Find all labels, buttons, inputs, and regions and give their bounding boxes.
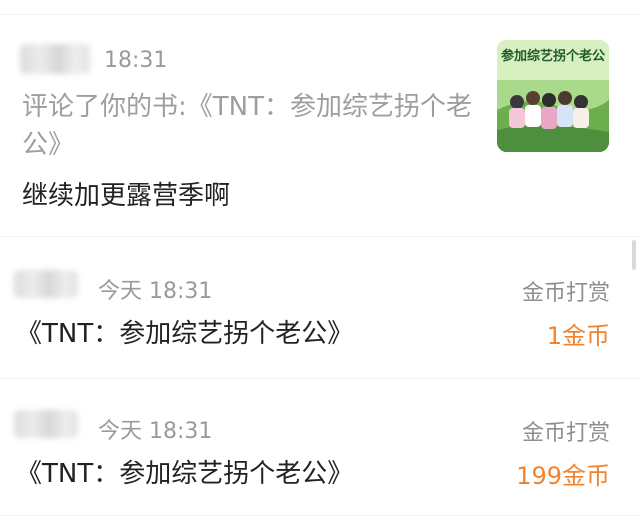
- blurred-username[interactable]: [14, 270, 78, 298]
- reward-book-title: 《TNT：参加综艺拐个老公》: [16, 319, 354, 349]
- top-divider: [0, 14, 640, 15]
- book-cover-title: 参加综艺拐个老公: [501, 48, 605, 64]
- reward-time: 今天 18:31: [98, 279, 213, 304]
- notification-page: 18:31 评论了你的书:《TNT：参加综艺拐个老公》 继续加更露营季啊 参加综…: [0, 0, 640, 521]
- book-cover-thumbnail[interactable]: 参加综艺拐个老公: [497, 40, 609, 152]
- comment-content: 继续加更露营季啊: [22, 181, 231, 211]
- blurred-username[interactable]: [20, 44, 90, 74]
- blurred-username[interactable]: [14, 410, 78, 438]
- reward-coin-amount: 1金币: [546, 322, 610, 350]
- row-divider: [0, 378, 640, 379]
- reward-type-label: 金币打赏: [521, 421, 610, 446]
- comment-time: 18:31: [104, 48, 168, 73]
- row-divider: [0, 515, 640, 516]
- section-divider: [0, 236, 640, 237]
- book-cover-art: 参加综艺拐个老公: [497, 40, 609, 152]
- reward-book-title: 《TNT：参加综艺拐个老公》: [16, 459, 354, 489]
- reward-coin-amount: 199金币: [516, 462, 610, 490]
- scrollbar-thumb[interactable]: [632, 240, 636, 270]
- reward-time: 今天 18:31: [98, 419, 213, 444]
- reward-type-label: 金币打赏: [521, 281, 610, 306]
- comment-action-text: 评论了你的书:《TNT：参加综艺拐个老公》: [22, 92, 472, 160]
